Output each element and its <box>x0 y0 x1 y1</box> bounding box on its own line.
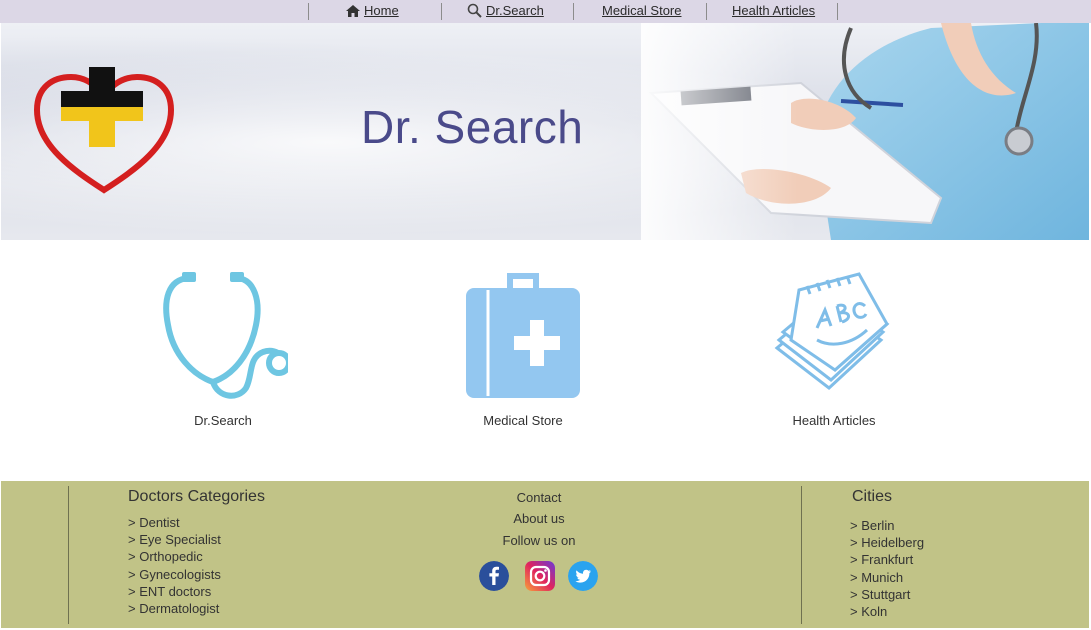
city-link[interactable]: > Berlin <box>850 517 924 534</box>
top-navigation: Home Dr.Search Medical Store Health Arti… <box>0 0 1091 23</box>
city-link[interactable]: > Koln <box>850 603 924 620</box>
category-link[interactable]: > ENT doctors <box>128 583 221 600</box>
nav-drsearch-link[interactable]: Dr.Search <box>467 2 544 19</box>
city-link[interactable]: > Munich <box>850 569 924 586</box>
banner-title: Dr. Search <box>361 101 584 153</box>
category-link[interactable]: > Dermatologist <box>128 600 221 617</box>
twitter-icon[interactable] <box>568 561 598 591</box>
nurse-image <box>641 23 1089 240</box>
categories-heading: Doctors Categories <box>128 488 265 505</box>
nav-health-articles-link[interactable]: Health Articles <box>732 2 815 19</box>
nav-home-label: Home <box>364 3 399 18</box>
facebook-icon[interactable] <box>479 561 509 591</box>
feature-drsearch[interactable]: Dr.Search <box>133 270 313 428</box>
footer-divider <box>801 486 802 624</box>
stethoscope-icon <box>163 272 292 399</box>
nav-separator <box>308 3 309 20</box>
search-icon <box>467 3 482 18</box>
nav-medical-store-link[interactable]: Medical Store <box>602 2 681 19</box>
category-link[interactable]: > Gynecologists <box>128 566 221 583</box>
feature-drsearch-label: Dr.Search <box>194 413 252 428</box>
feature-health-articles[interactable]: Health Articles <box>744 270 924 428</box>
instagram-icon[interactable] <box>525 561 555 591</box>
feature-medical-store-label: Medical Store <box>483 413 563 428</box>
nav-separator <box>706 3 707 20</box>
feature-health-articles-label: Health Articles <box>792 413 876 428</box>
cities-heading: Cities <box>852 488 893 505</box>
footer-divider <box>68 486 69 624</box>
city-link[interactable]: > Stuttgart <box>850 586 924 603</box>
feature-medical-store[interactable]: Medical Store <box>433 270 613 428</box>
footer: Doctors Categories > Dentist > Eye Speci… <box>1 481 1089 628</box>
about-link[interactable]: About us <box>489 511 589 526</box>
medical-kit-icon <box>466 273 580 398</box>
notepad-icon <box>774 272 890 390</box>
follow-us-label: Follow us on <box>502 533 576 548</box>
nav-separator <box>441 3 442 20</box>
categories-list: > Dentist > Eye Specialist > Orthopedic … <box>128 514 221 617</box>
city-link[interactable]: > Heidelberg <box>850 534 924 551</box>
hero-banner: Dr. Search <box>1 23 1089 240</box>
contact-link[interactable]: Contact <box>489 490 589 505</box>
cities-list: > Berlin > Heidelberg > Frankfurt > Muni… <box>850 517 924 620</box>
category-link[interactable]: > Dentist <box>128 514 221 531</box>
heart-cross-logo <box>33 67 175 194</box>
nav-home-link[interactable]: Home <box>346 2 399 19</box>
nav-drsearch-label: Dr.Search <box>486 3 544 18</box>
category-link[interactable]: > Orthopedic <box>128 548 221 565</box>
category-link[interactable]: > Eye Specialist <box>128 531 221 548</box>
home-icon <box>346 4 360 17</box>
city-link[interactable]: > Frankfurt <box>850 551 924 568</box>
nav-separator <box>573 3 574 20</box>
nav-separator <box>837 3 838 20</box>
